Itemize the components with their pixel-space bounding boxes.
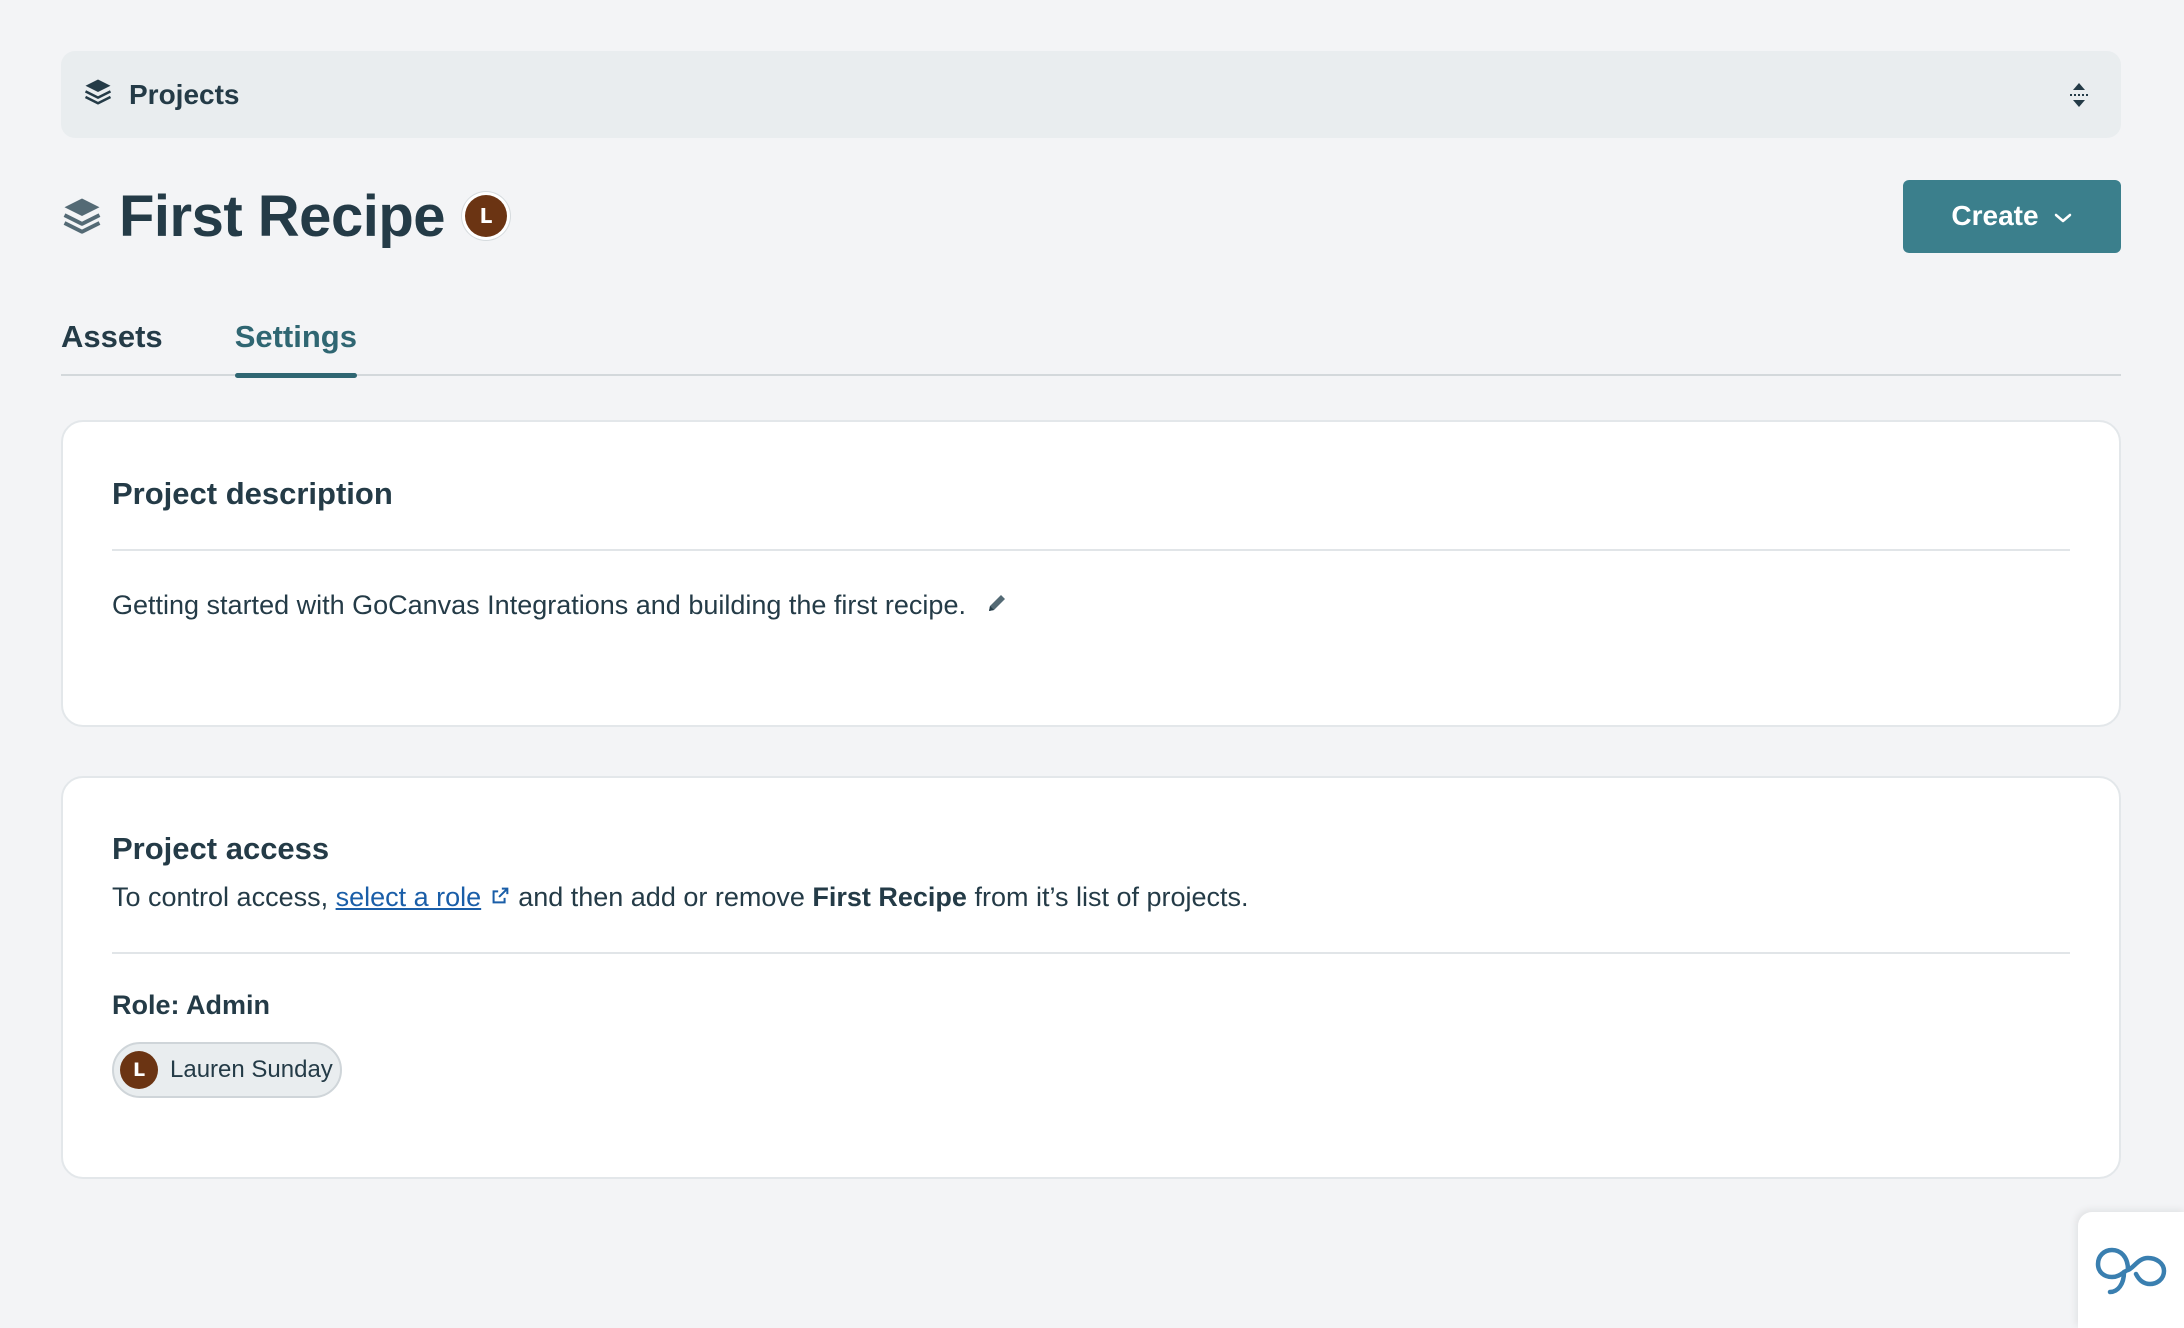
access-text-after: from it’s list of projects.	[966, 882, 1249, 912]
project-description-text: Getting started with GoCanvas Integratio…	[112, 590, 966, 620]
expand-collapse-icon[interactable]	[2067, 81, 2091, 109]
page-header: First Recipe L Create	[61, 170, 2121, 262]
avatar: L	[120, 1051, 158, 1089]
chevron-down-icon	[2053, 200, 2073, 232]
create-button-label: Create	[1951, 200, 2039, 231]
access-text-middle: and then add or remove	[510, 882, 813, 912]
project-description-row: Getting started with GoCanvas Integratio…	[112, 590, 1009, 622]
projects-selector[interactable]: Projects	[61, 51, 2121, 138]
divider	[112, 549, 2070, 551]
divider	[112, 952, 2070, 954]
projects-selector-label: Projects	[129, 78, 240, 110]
layers-icon	[61, 193, 103, 239]
project-access-description: To control access, select a role and the…	[112, 882, 1249, 914]
gocanvas-logo-icon[interactable]	[2078, 1212, 2184, 1328]
role-label: Role: Admin	[112, 990, 270, 1020]
project-description-title: Project description	[112, 476, 393, 511]
project-settings-page: Projects First Recipe L Create Assets Se…	[0, 0, 2184, 1328]
tab-assets[interactable]: Assets	[61, 310, 163, 376]
select-role-link[interactable]: select a role	[336, 882, 482, 912]
external-link-icon	[489, 883, 511, 914]
create-button[interactable]: Create	[1903, 179, 2121, 253]
access-project-name: First Recipe	[812, 882, 967, 912]
tab-bar: Assets Settings	[61, 310, 2121, 378]
member-chip[interactable]: L Lauren Sunday	[112, 1042, 342, 1098]
project-description-card: Project description Getting started with…	[61, 420, 2121, 727]
tab-settings[interactable]: Settings	[234, 310, 358, 378]
pencil-icon[interactable]	[985, 591, 1009, 622]
owner-avatar: L	[465, 195, 507, 237]
projects-selector-left: Projects	[83, 77, 240, 112]
project-access-card: Project access To control access, select…	[61, 776, 2121, 1179]
project-access-title: Project access	[112, 831, 330, 866]
page-title: First Recipe	[119, 183, 446, 249]
access-text-before: To control access,	[112, 882, 336, 912]
layers-icon	[83, 77, 113, 112]
member-name: Lauren Sunday	[170, 1056, 333, 1083]
